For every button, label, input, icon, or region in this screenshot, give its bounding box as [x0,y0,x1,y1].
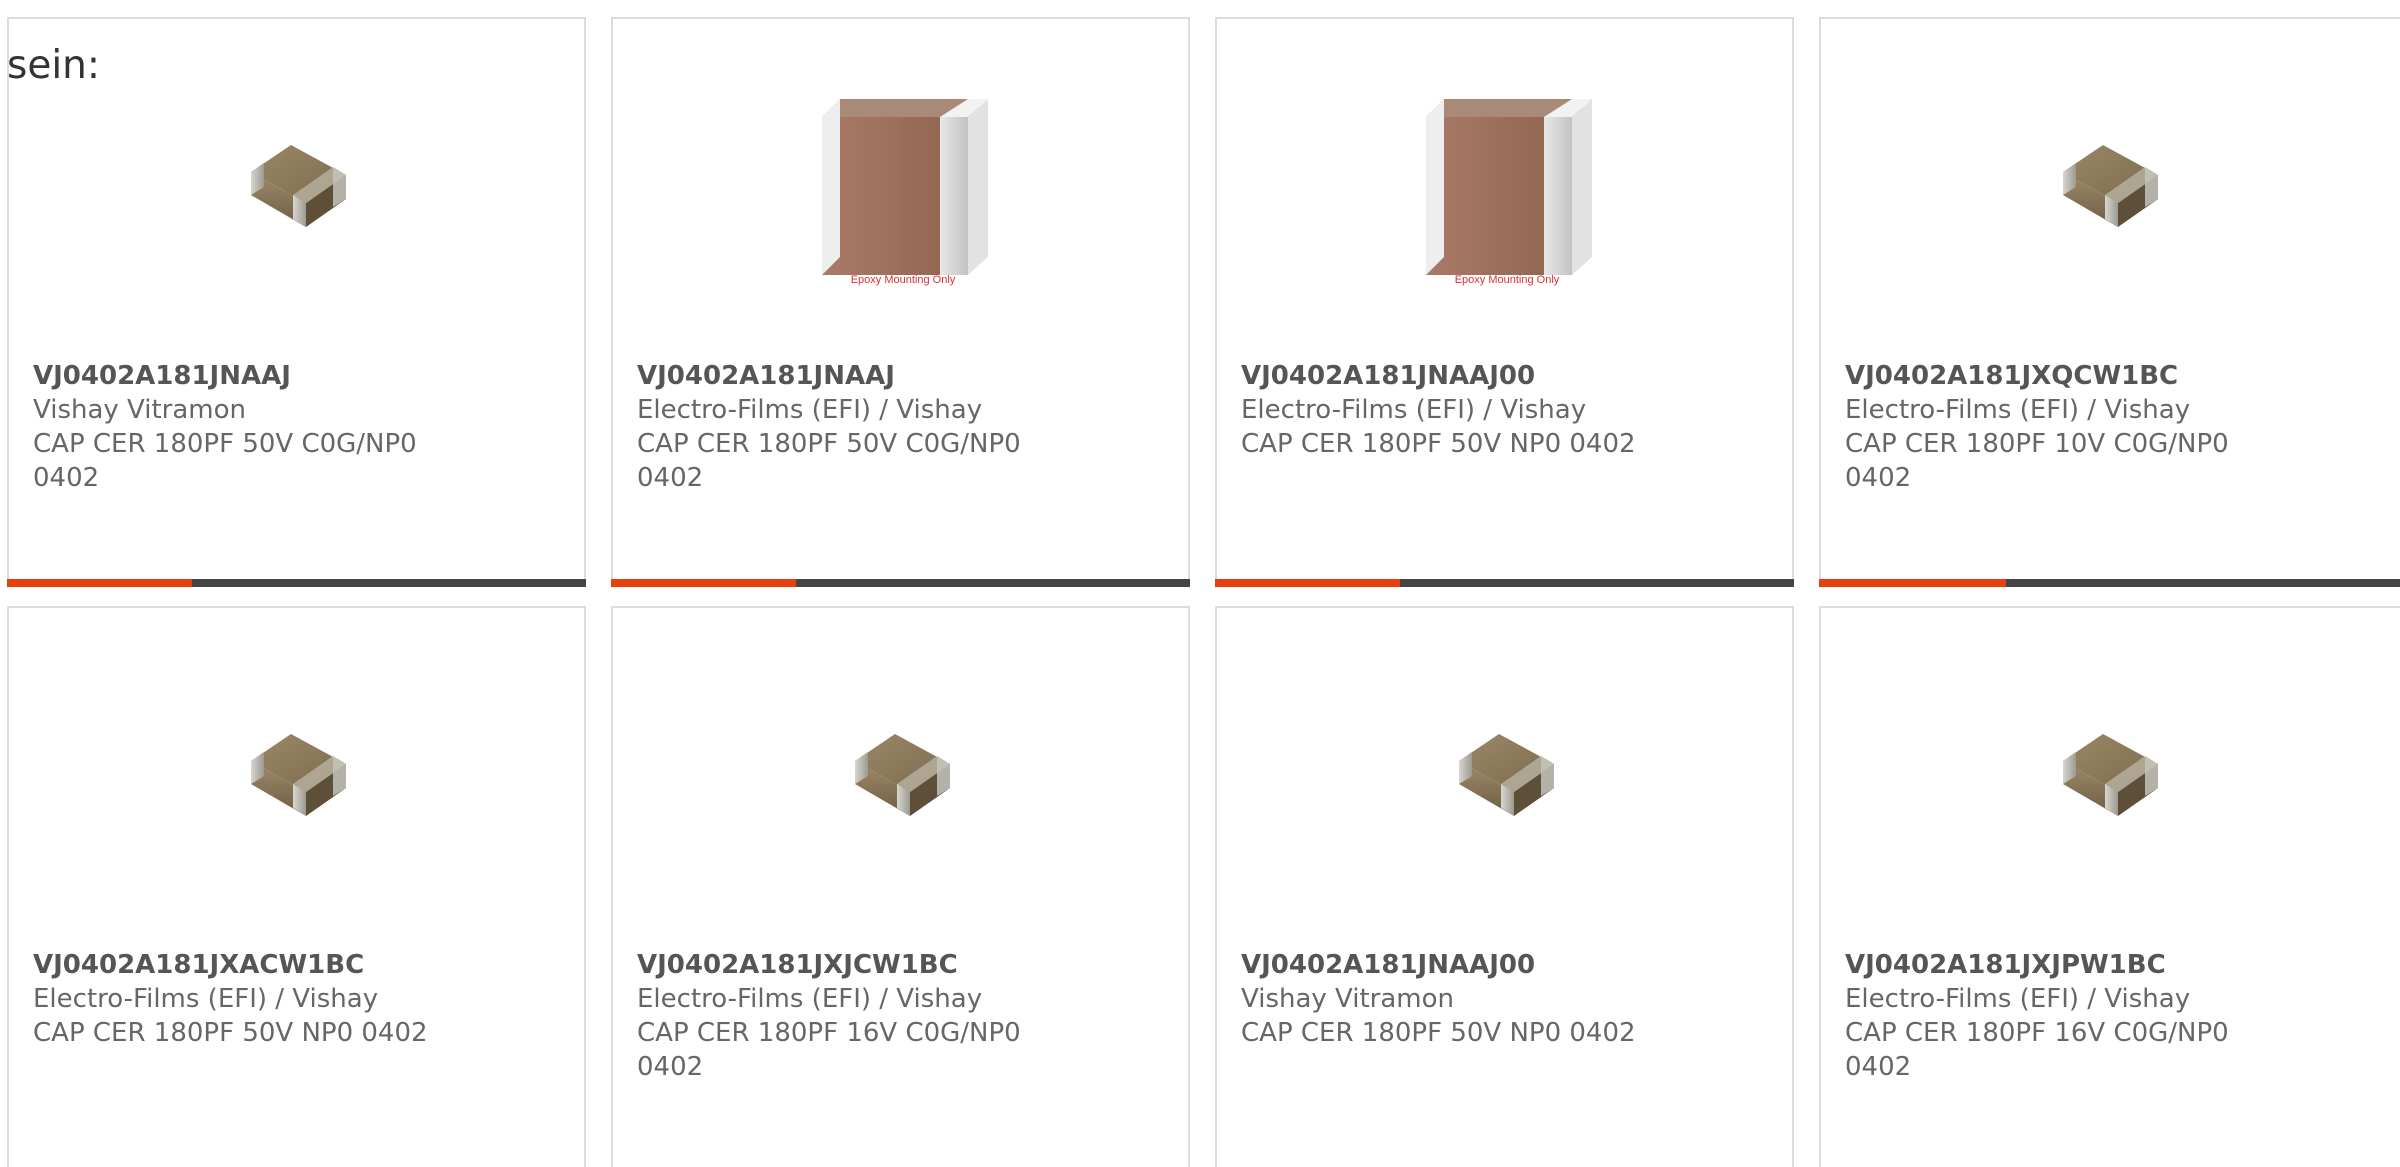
manufacturer: Vishay Vitramon [33,395,247,425]
product-card[interactable]: Epoxy Mounting Only VJ0402A181JNAAJ Elec… [611,17,1190,587]
manufacturer: Electro-Films (EFI) / Vishay [33,984,379,1014]
part-number[interactable]: VJ0402A181JXQCW1BC [1845,359,2245,393]
description: CAP CER 180PF 50V NP0 0402 [33,1018,428,1048]
progress-fill [7,579,193,587]
manufacturer: Electro-Films (EFI) / Vishay [1845,395,2191,425]
part-number[interactable]: VJ0402A181JNAAJ [637,359,1037,393]
product-info: VJ0402A181JNAAJ00 Vishay Vitramon CAP CE… [1241,948,1641,1050]
progress-fill [1819,579,2006,587]
description: CAP CER 180PF 16V C0G/NP0 0402 [1845,1018,2229,1082]
product-card[interactable]: VJ0402A181JXJPW1BC Electro-Films (EFI) /… [1819,606,2400,1167]
manufacturer: Electro-Films (EFI) / Vishay [637,984,983,1014]
description: CAP CER 180PF 50V C0G/NP0 0402 [33,429,417,493]
progress-fill [1215,579,1401,587]
chip-capacitor-image [800,676,1000,876]
product-info: VJ0402A181JNAAJ Electro-Films (EFI) / Vi… [637,359,1037,495]
chip-capacitor-image [2008,676,2208,876]
product-card[interactable]: Epoxy Mounting Only VJ0402A181JNAAJ00 El… [1215,17,1794,587]
progress-bar [611,579,1190,587]
description: CAP CER 180PF 50V NP0 0402 [1241,429,1636,459]
manufacturer: Electro-Films (EFI) / Vishay [637,395,983,425]
product-info: VJ0402A181JXQCW1BC Electro-Films (EFI) /… [1845,359,2245,495]
product-card[interactable]: VJ0402A181JNAAJ00 Vishay Vitramon CAP CE… [1215,606,1794,1167]
chip-capacitor-epoxy-image: Epoxy Mounting Only [800,87,1000,287]
product-info: VJ0402A181JNAAJ00 Electro-Films (EFI) / … [1241,359,1641,461]
chip-capacitor-image [196,87,396,287]
chip-capacitor-image [2008,87,2208,287]
image-caption: Epoxy Mounting Only [851,274,956,286]
part-number[interactable]: VJ0402A181JNAAJ00 [1241,948,1641,982]
part-number[interactable]: VJ0402A181JXJPW1BC [1845,948,2245,982]
manufacturer: Electro-Films (EFI) / Vishay [1845,984,2191,1014]
product-info: VJ0402A181JXJCW1BC Electro-Films (EFI) /… [637,948,1037,1084]
chip-capacitor-image [1404,676,1604,876]
manufacturer: Electro-Films (EFI) / Vishay [1241,395,1587,425]
product-card[interactable]: VJ0402A181JXQCW1BC Electro-Films (EFI) /… [1819,17,2400,587]
part-number[interactable]: VJ0402A181JNAAJ [33,359,433,393]
description: CAP CER 180PF 16V C0G/NP0 0402 [637,1018,1021,1082]
product-card[interactable]: VJ0402A181JXACW1BC Electro-Films (EFI) /… [7,606,586,1167]
progress-bar [1215,579,1794,587]
manufacturer: Vishay Vitramon [1241,984,1455,1014]
product-card[interactable]: VJ0402A181JNAAJ Vishay Vitramon CAP CER … [7,17,586,587]
chip-capacitor-epoxy-image: Epoxy Mounting Only [1404,87,1604,287]
progress-bar [7,579,586,587]
progress-fill [611,579,797,587]
image-caption: Epoxy Mounting Only [1455,274,1560,286]
product-info: VJ0402A181JNAAJ Vishay Vitramon CAP CER … [33,359,433,495]
product-card[interactable]: VJ0402A181JXJCW1BC Electro-Films (EFI) /… [611,606,1190,1167]
product-info: VJ0402A181JXACW1BC Electro-Films (EFI) /… [33,948,433,1050]
progress-bar [1819,579,2400,587]
intro-text: sein: [7,43,101,88]
description: CAP CER 180PF 10V C0G/NP0 0402 [1845,429,2229,493]
part-number[interactable]: VJ0402A181JXACW1BC [33,948,433,982]
chip-capacitor-image [196,676,396,876]
product-info: VJ0402A181JXJPW1BC Electro-Films (EFI) /… [1845,948,2245,1084]
part-number[interactable]: VJ0402A181JNAAJ00 [1241,359,1641,393]
part-number[interactable]: VJ0402A181JXJCW1BC [637,948,1037,982]
description: CAP CER 180PF 50V NP0 0402 [1241,1018,1636,1048]
description: CAP CER 180PF 50V C0G/NP0 0402 [637,429,1021,493]
